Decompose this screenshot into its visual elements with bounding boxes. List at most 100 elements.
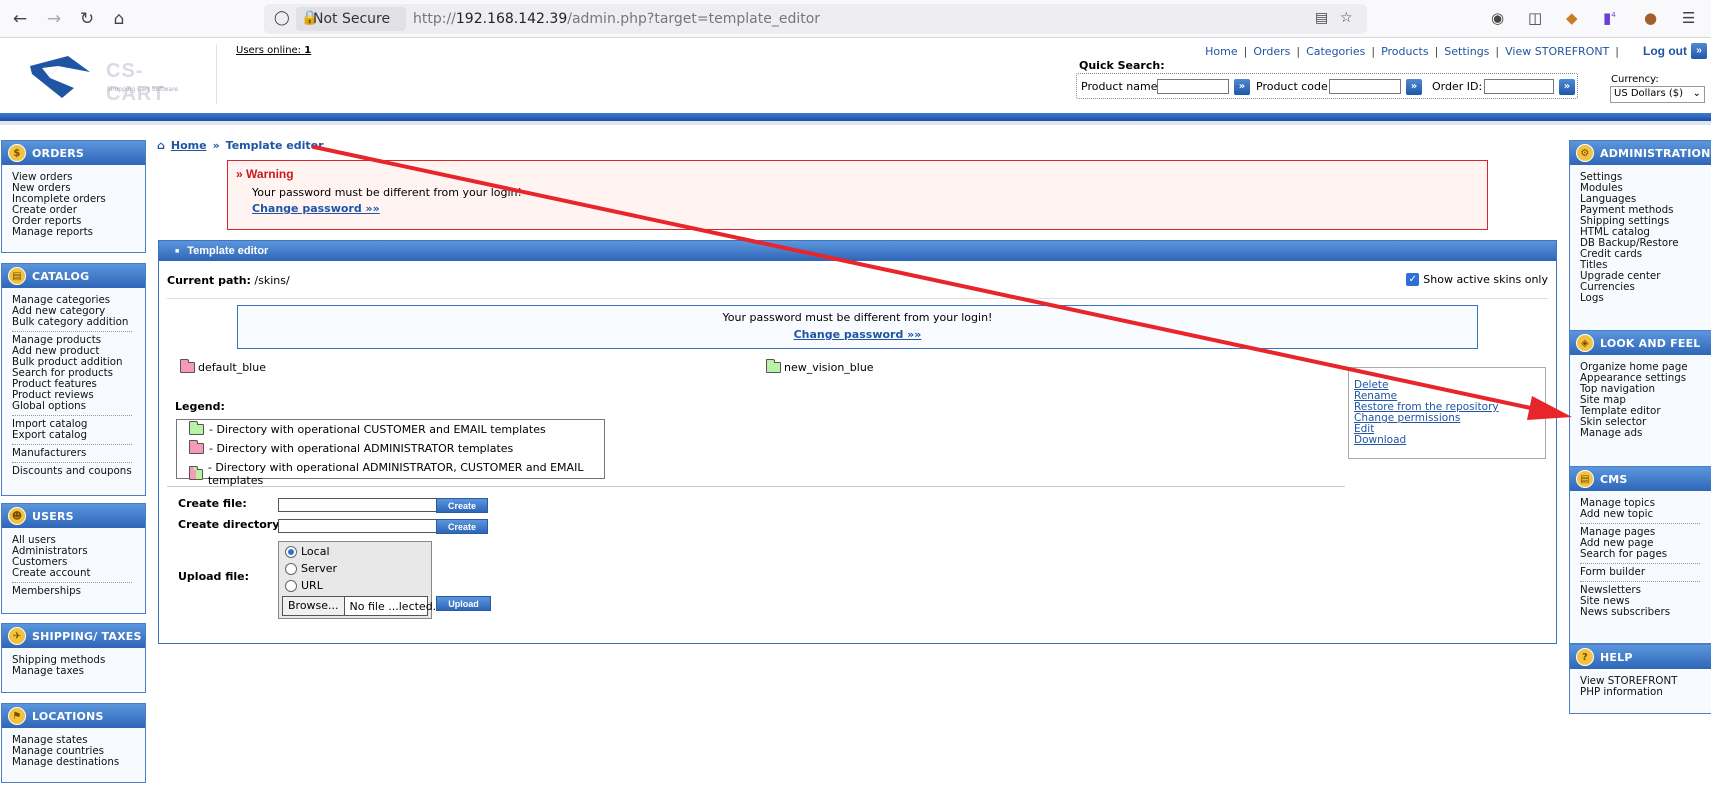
reader-view-icon[interactable]: ▤	[1315, 10, 1328, 26]
upload-source-box: Local Server URL Browse... No file ...lec…	[278, 541, 436, 619]
product-code-go-button[interactable]: »	[1406, 79, 1422, 95]
nav-home[interactable]: Home	[1205, 45, 1237, 58]
menu-global-options[interactable]: Global options	[12, 401, 139, 412]
locations-panel: ⚑ LOCATIONS Manage states Manage countries…	[1, 703, 146, 783]
create-file-button[interactable]: Create	[436, 498, 488, 513]
menu-manage-ads[interactable]: Manage ads	[1580, 428, 1705, 439]
extension-fox-icon[interactable]: ◆	[1566, 9, 1578, 27]
checkbox-checked-icon[interactable]: ✓	[1406, 273, 1420, 286]
create-file-input[interactable]	[278, 498, 451, 512]
menu-logs[interactable]: Logs	[1580, 293, 1705, 304]
upload-button[interactable]: Upload	[436, 596, 491, 611]
notice-change-password-link[interactable]: Change password »»	[238, 328, 1477, 341]
browse-button[interactable]: Browse...	[283, 597, 345, 615]
nav-orders[interactable]: Orders	[1253, 45, 1290, 58]
extension-badge-icon[interactable]: ▮4	[1603, 9, 1616, 27]
locations-title: LOCATIONS	[32, 709, 104, 723]
shipping-panel: ✈ SHIPPING/ TAXES Shipping methods Manage …	[1, 623, 146, 693]
change-password-link[interactable]: Change password »»	[252, 202, 380, 215]
warning-text: Your password must be different from you…	[252, 186, 522, 199]
currency-select[interactable]: US Dollars ($) ⌄	[1610, 86, 1705, 103]
breadcrumb-home[interactable]: Home	[171, 139, 207, 152]
folder-new-vision-blue[interactable]: new_vision_blue	[766, 359, 874, 374]
cms-title: CMS	[1600, 472, 1628, 486]
menu-php-information[interactable]: PHP information	[1580, 687, 1705, 698]
menu-create-account[interactable]: Create account	[12, 568, 139, 579]
home-icon[interactable]: ⌂	[107, 7, 131, 31]
catalog-title: CATALOG	[32, 269, 90, 283]
nav-products[interactable]: Products	[1381, 45, 1429, 58]
create-directory-button[interactable]: Create	[436, 519, 488, 534]
home-icon: ⌂	[157, 139, 165, 152]
legend-all: - Directory with operational ADMINISTRAT…	[189, 461, 604, 487]
action-download[interactable]: Download	[1349, 435, 1545, 446]
folder-mixed-icon	[189, 465, 203, 480]
bookmark-star-icon[interactable]: ☆	[1340, 10, 1353, 26]
divider	[167, 298, 1548, 299]
create-file-label: Create file:	[178, 497, 247, 510]
radio-server[interactable]: Server	[285, 562, 337, 575]
look-and-feel-title: LOOK AND FEEL	[1600, 336, 1701, 350]
menu-separator	[12, 415, 132, 416]
folder-default-blue[interactable]: default_blue	[180, 359, 266, 374]
menu-separator	[12, 331, 132, 332]
create-directory-input[interactable]	[278, 519, 451, 533]
bullet-icon: ■	[175, 247, 180, 255]
radio-local[interactable]: Local	[285, 545, 330, 558]
back-icon[interactable]: ←	[8, 7, 32, 31]
menu-discounts-and-coupons[interactable]: Discounts and coupons	[12, 466, 139, 477]
quick-search-box: Product name: » Product code: » Order ID…	[1076, 73, 1578, 99]
current-path: Current path: /skins/	[167, 274, 290, 287]
orders-title: ORDERS	[32, 146, 85, 160]
folder-icon	[766, 359, 781, 373]
radio-selected-icon[interactable]	[285, 545, 297, 558]
menu-form-builder[interactable]: Form builder	[1580, 567, 1705, 578]
account-icon[interactable]: ◉	[1491, 9, 1504, 27]
product-name-input[interactable]	[1157, 79, 1229, 94]
show-active-skins-toggle[interactable]: ✓ Show active skins only	[1406, 273, 1548, 286]
file-input[interactable]: Browse... No file ...lected.	[282, 596, 436, 616]
menu-export-catalog[interactable]: Export catalog	[12, 430, 139, 441]
forward-icon[interactable]: →	[42, 7, 66, 31]
menu-manufacturers[interactable]: Manufacturers	[12, 448, 139, 459]
template-editor-box: ■ Template editor Current path: /skins/ ✓…	[158, 240, 1557, 644]
users-online[interactable]: Users online: 1	[236, 45, 311, 56]
extensions-icon[interactable]: ◫	[1528, 9, 1542, 27]
reload-icon[interactable]: ↻	[75, 7, 99, 31]
locations-icon: ⚑	[8, 707, 26, 725]
url-text[interactable]: http://192.168.142.39/admin.php?target=t…	[413, 11, 820, 27]
menu-memberships[interactable]: Memberships	[12, 586, 139, 597]
logo-text: CS-CART	[106, 60, 166, 105]
menu-separator	[12, 444, 132, 445]
catalog-panel: ▤ CATALOG Manage categories Add new catego…	[1, 263, 146, 496]
nav-categories[interactable]: Categories	[1306, 45, 1365, 58]
product-name-go-button[interactable]: »	[1234, 79, 1250, 95]
warning-title: » Warning	[236, 167, 294, 181]
chevron-right-icon: »	[212, 139, 220, 152]
menu-icon[interactable]: ☰	[1682, 9, 1695, 27]
nav-view-storefront[interactable]: View STOREFRONT	[1505, 45, 1609, 58]
order-id-input[interactable]	[1484, 79, 1554, 94]
product-code-input[interactable]	[1329, 79, 1401, 94]
menu-bulk-category-addition[interactable]: Bulk category addition	[12, 317, 139, 328]
logout-button[interactable]: Log out»	[1643, 43, 1707, 59]
nav-settings[interactable]: Settings	[1444, 45, 1489, 58]
menu-add-new-topic[interactable]: Add new topic	[1580, 509, 1705, 520]
menu-manage-taxes[interactable]: Manage taxes	[12, 666, 139, 677]
cms-panel: ▤ CMS Manage topics Add new topic Manage pa…	[1569, 466, 1711, 644]
logo-mark-icon	[30, 56, 90, 98]
radio-icon[interactable]	[285, 562, 297, 575]
url-bar[interactable]: ◯ 🔒 Not Secure http://192.168.142.39/adm…	[264, 4, 1367, 34]
action-change-permissions[interactable]: Change permissions	[1349, 413, 1545, 424]
catalog-icon: ▤	[8, 267, 26, 285]
template-editor-title: Template editor	[187, 245, 269, 257]
menu-manage-destinations[interactable]: Manage destinations	[12, 757, 139, 768]
menu-news-subscribers[interactable]: News subscribers	[1580, 607, 1705, 618]
cs-cart-logo[interactable]: CS-CART Shopping Cart Software	[28, 54, 188, 105]
order-id-go-button[interactable]: »	[1559, 79, 1575, 95]
menu-manage-reports[interactable]: Manage reports	[12, 227, 139, 238]
radio-url[interactable]: URL	[285, 579, 323, 592]
radio-icon[interactable]	[285, 579, 297, 592]
cookie-icon[interactable]: ●	[1644, 9, 1657, 27]
menu-search-for-pages[interactable]: Search for pages	[1580, 549, 1705, 560]
